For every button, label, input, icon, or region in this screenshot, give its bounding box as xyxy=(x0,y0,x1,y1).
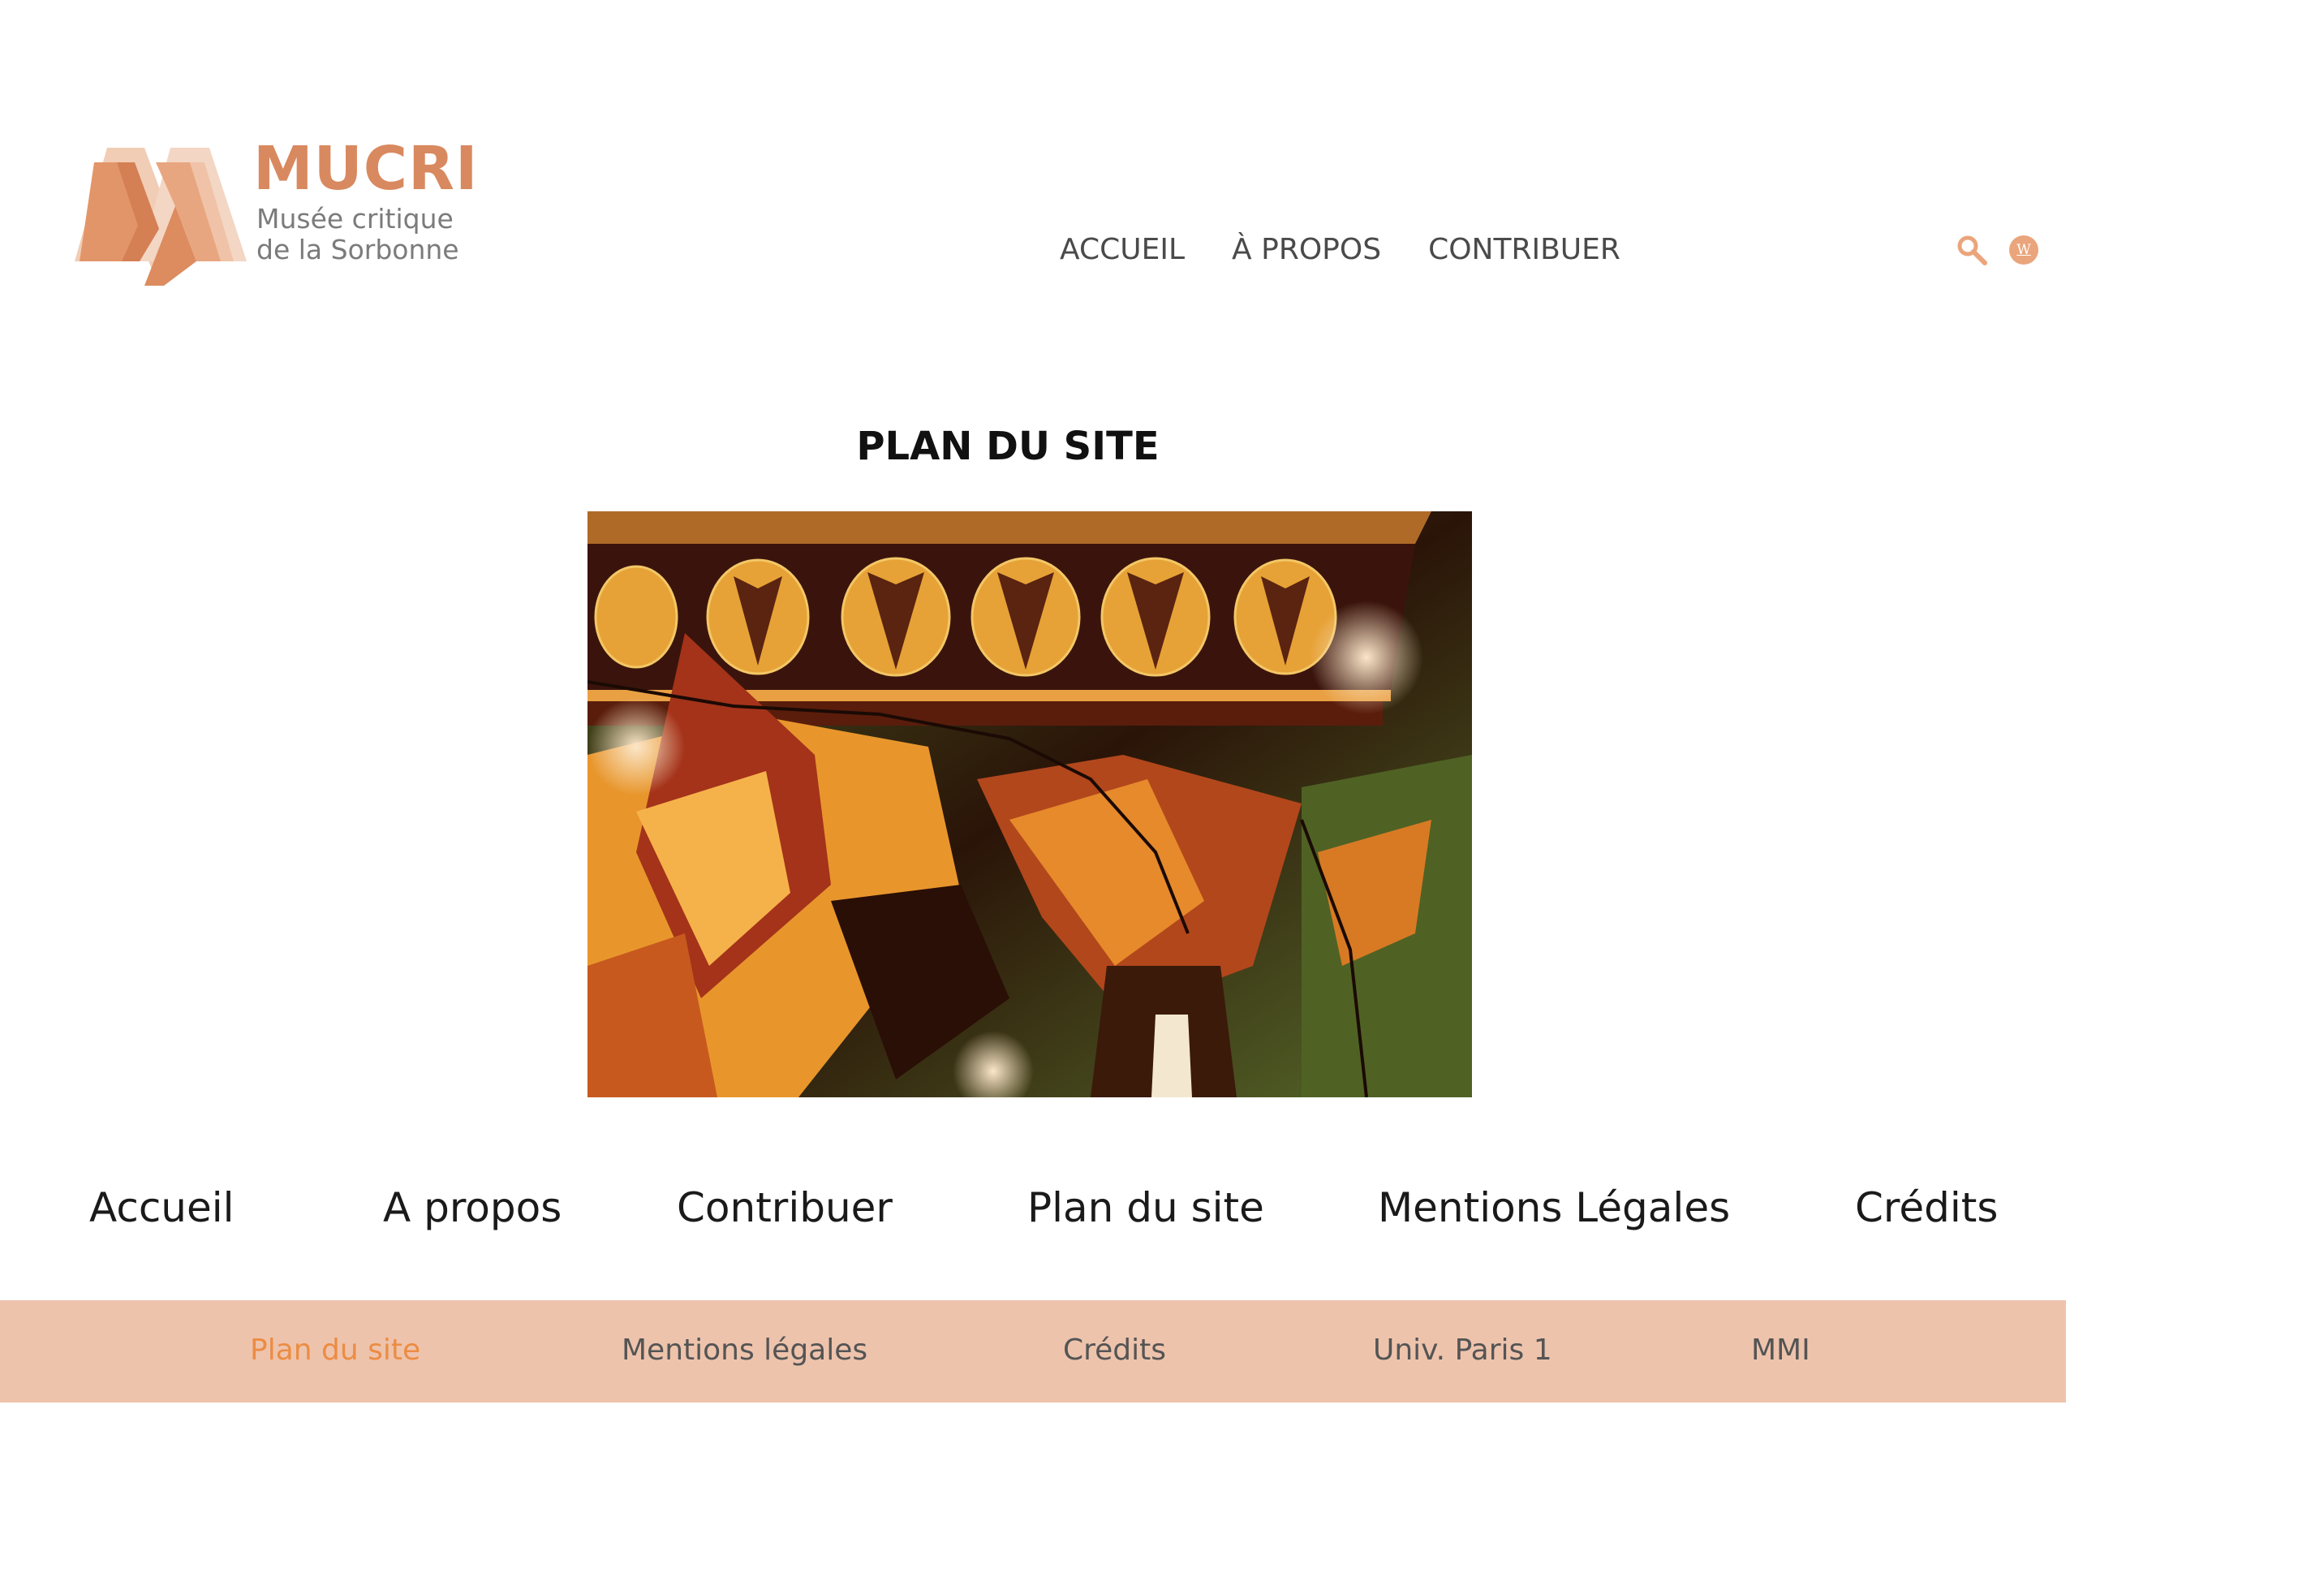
logo-title: MUCRI xyxy=(253,134,479,204)
nav-link-a-propos[interactable]: À PROPOS xyxy=(1232,232,1381,268)
footer-link-plan-du-site[interactable]: Plan du site xyxy=(250,1333,420,1368)
footer-link-credits[interactable]: Crédits xyxy=(1063,1333,1166,1368)
logo-subtitle-line2: de la Sorbonne xyxy=(256,234,459,265)
main-navigation: ACCUEIL À PROPOS CONTRIBUER xyxy=(1060,232,1620,268)
page-title: PLAN DU SITE xyxy=(856,424,1160,469)
sitemap-link-a-propos[interactable]: A propos xyxy=(383,1182,562,1234)
logo-mark-icon xyxy=(75,148,247,286)
language-switch-button[interactable]: W xyxy=(2009,235,2038,265)
search-button[interactable] xyxy=(1956,234,1988,266)
sitemap-link-credits[interactable]: Crédits xyxy=(1855,1182,1998,1234)
sitemap-link-mentions-legales[interactable]: Mentions Légales xyxy=(1378,1182,1730,1234)
site-logo[interactable]: MUCRI Musée critique de la Sorbonne xyxy=(75,136,478,291)
painted-vase-fragment-image xyxy=(587,511,1472,1097)
hero-image xyxy=(587,511,1472,1097)
footer-link-mentions-legales[interactable]: Mentions légales xyxy=(622,1333,867,1368)
footer-link-univ-paris-1[interactable]: Univ. Paris 1 xyxy=(1373,1333,1552,1368)
footer-link-mmi[interactable]: MMI xyxy=(1751,1333,1810,1368)
logo-subtitle-line1: Musée critique xyxy=(256,203,454,235)
site-footer: Plan du site Mentions légales Crédits Un… xyxy=(0,1300,2066,1402)
search-icon xyxy=(1957,235,1987,265)
nav-link-contribuer[interactable]: CONTRIBUER xyxy=(1428,232,1620,268)
nav-link-accueil[interactable]: ACCUEIL xyxy=(1060,232,1185,268)
sitemap-link-accueil[interactable]: Accueil xyxy=(89,1182,235,1234)
sitemap-link-contribuer[interactable]: Contribuer xyxy=(677,1182,893,1234)
sitemap-link-plan-du-site[interactable]: Plan du site xyxy=(1027,1182,1264,1234)
